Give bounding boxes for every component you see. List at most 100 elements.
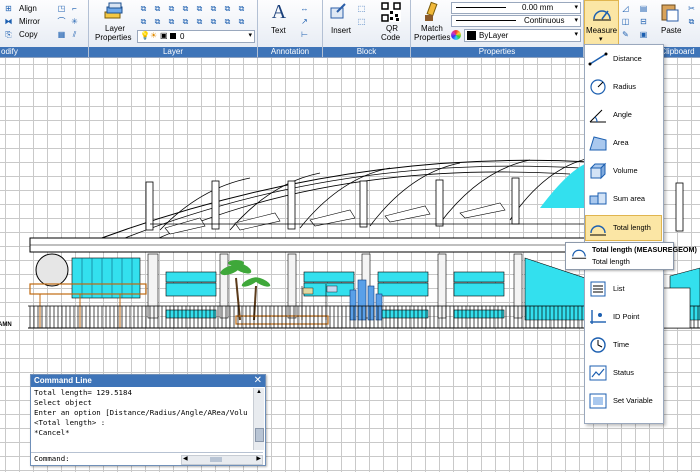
layer-properties-icon[interactable] xyxy=(103,2,123,22)
menu-item-id-point[interactable]: ID Point xyxy=(586,305,662,329)
qr-code-label-2[interactable]: Code xyxy=(381,33,400,42)
table-icon[interactable]: ⊢ xyxy=(298,29,311,40)
array-icon[interactable]: ▦ xyxy=(55,29,68,40)
text-icon[interactable]: A xyxy=(268,1,290,23)
copy-icon[interactable]: ⎘ xyxy=(2,29,15,40)
layer-tool-icon[interactable]: ⧉ xyxy=(193,16,206,27)
menu-item-set-variable[interactable]: Set Variable xyxy=(586,389,662,413)
inquiry-tool-icon[interactable]: ▤ xyxy=(637,3,650,14)
scroll-up-icon[interactable]: ▲ xyxy=(254,388,264,396)
scrollbar-thumb[interactable] xyxy=(255,428,264,442)
menu-item-status[interactable]: Status xyxy=(586,361,662,385)
copy-button[interactable]: Copy xyxy=(19,30,38,39)
close-icon[interactable]: ✕ xyxy=(254,375,262,387)
copy-clip-icon[interactable]: ⧉ xyxy=(685,16,698,27)
layer-tool-icon[interactable]: ⧉ xyxy=(137,16,150,27)
scale-icon[interactable]: ◳ xyxy=(55,3,68,14)
match-properties-icon[interactable] xyxy=(421,1,443,23)
chevron-down-icon: ▾ xyxy=(248,32,252,39)
paste-icon[interactable] xyxy=(659,2,681,22)
layer-tool-icon[interactable]: ⧉ xyxy=(207,16,220,27)
paste-button[interactable]: Paste xyxy=(661,26,681,35)
insert-button[interactable]: Insert xyxy=(331,26,351,35)
layer-properties-label-2[interactable]: Properties xyxy=(95,33,131,42)
volume-icon xyxy=(589,162,607,180)
mirror-button[interactable]: Mirror xyxy=(19,17,40,26)
current-layer-name: 0 xyxy=(180,32,185,41)
menu-item-total-length[interactable]: Total length xyxy=(585,215,662,241)
menu-item-angle[interactable]: Angle xyxy=(586,103,662,127)
layer-tool-icon[interactable]: ⧉ xyxy=(221,16,234,27)
mirror-icon[interactable]: ⧓ xyxy=(2,16,15,27)
layer-tool-icon[interactable]: ⧉ xyxy=(207,3,220,14)
linetype-swatch xyxy=(456,20,516,21)
layer-tool-icon[interactable]: ⧉ xyxy=(179,3,192,14)
fillet-icon[interactable]: ⌒ xyxy=(55,16,68,27)
scroll-right-icon[interactable]: ▶ xyxy=(256,455,261,462)
command-history-scrollbar[interactable]: ▲ xyxy=(253,388,264,450)
layer-tool-icon[interactable]: ⧉ xyxy=(165,3,178,14)
layer-dropdown[interactable]: 💡 ☀ ▣ 0 ▾ xyxy=(137,30,255,43)
scroll-left-icon[interactable]: ◀ xyxy=(183,455,188,462)
measure-dropdown-menu: Distance Radius Angle Area Volume Sum ar… xyxy=(584,44,664,424)
qr-code-icon[interactable] xyxy=(381,2,401,22)
cut-icon[interactable]: ✂ xyxy=(685,3,698,14)
block-tool-icon[interactable]: ⬚ xyxy=(355,3,368,14)
dimension-icon[interactable]: ↔ xyxy=(298,3,311,14)
measure-icon xyxy=(591,3,613,23)
align-button[interactable]: Align xyxy=(19,4,37,13)
linetype-dropdown[interactable]: Continuous ▾ xyxy=(451,15,581,27)
menu-item-time[interactable]: Time xyxy=(586,333,662,357)
menu-item-area[interactable]: Area xyxy=(586,131,662,155)
command-line-window[interactable]: Command Line ✕ Total length= 129.5184 Se… xyxy=(30,374,266,466)
layer-tool-icon[interactable]: ⧉ xyxy=(137,3,150,14)
inquiry-tool-icon[interactable]: ✎ xyxy=(619,29,632,40)
block-tool-icon[interactable]: ⬚ xyxy=(355,16,368,27)
layer-tool-icon[interactable]: ⧉ xyxy=(165,16,178,27)
layer-tool-icon[interactable]: ⧉ xyxy=(193,3,206,14)
color-wheel-icon[interactable] xyxy=(451,30,461,40)
qr-code-label-1[interactable]: QR xyxy=(386,24,398,33)
layer-tool-icon[interactable]: ⧉ xyxy=(151,3,164,14)
align-icon[interactable]: ⊞ xyxy=(2,3,15,14)
annotation-panel-title: Annotation xyxy=(258,47,322,57)
menu-item-radius[interactable]: Radius xyxy=(586,75,662,99)
scrollbar-thumb[interactable] xyxy=(210,457,222,462)
chamfer-icon[interactable]: ⌐ xyxy=(68,3,81,14)
color-value: ByLayer xyxy=(479,31,509,40)
menu-item-label: List xyxy=(613,284,625,293)
inquiry-tool-icon[interactable]: ⊟ xyxy=(637,16,650,27)
lineweight-dropdown[interactable]: 0.00 mm ▾ xyxy=(451,2,581,14)
layer-tool-icon[interactable]: ⧉ xyxy=(151,16,164,27)
inquiry-tool-icon[interactable]: ◫ xyxy=(619,16,632,27)
properties-panel: Match Properties 0.00 mm ▾ Continuous ▾ … xyxy=(411,0,584,57)
measure-button[interactable]: Measure ▾ xyxy=(584,0,619,46)
total-length-tooltip: Total length (MEASUREGEOM) Total length xyxy=(565,242,697,270)
leader-icon[interactable]: ↗ xyxy=(298,16,311,27)
command-input-scrollbar[interactable]: ◀ ▶ xyxy=(181,455,263,465)
layer-tool-icon[interactable]: ⧉ xyxy=(235,3,248,14)
menu-item-volume[interactable]: Volume xyxy=(586,159,662,183)
inquiry-tool-icon[interactable]: ▣ xyxy=(637,29,650,40)
menu-item-list[interactable]: List xyxy=(586,277,662,301)
explode-icon[interactable]: ✳ xyxy=(68,16,81,27)
menu-item-label: Area xyxy=(613,138,629,147)
command-line-title[interactable]: Command Line xyxy=(31,375,265,387)
color-dropdown[interactable]: ByLayer ▾ xyxy=(464,29,581,42)
layer-tool-icon[interactable]: ⧉ xyxy=(235,16,248,27)
time-icon xyxy=(590,337,606,353)
color-swatch xyxy=(467,31,476,40)
insert-block-icon[interactable] xyxy=(329,2,351,22)
layer-properties-label-1[interactable]: Layer xyxy=(105,24,125,33)
offset-icon[interactable]: ⫽ xyxy=(68,29,81,40)
match-properties-label-1[interactable]: Match xyxy=(421,24,443,33)
menu-item-sum-area[interactable]: Sum area xyxy=(586,187,662,211)
menu-item-distance[interactable]: Distance xyxy=(586,47,662,71)
layer-tool-icon[interactable]: ⧉ xyxy=(221,3,234,14)
layer-tool-icon[interactable]: ⧉ xyxy=(179,16,192,27)
match-properties-label-2[interactable]: Properties xyxy=(414,33,450,42)
inquiry-tool-icon[interactable]: ◿ xyxy=(619,3,632,14)
set-variable-icon xyxy=(589,393,607,409)
command-input[interactable]: Command: ◀ ▶ xyxy=(31,452,263,465)
text-button[interactable]: Text xyxy=(271,26,286,35)
